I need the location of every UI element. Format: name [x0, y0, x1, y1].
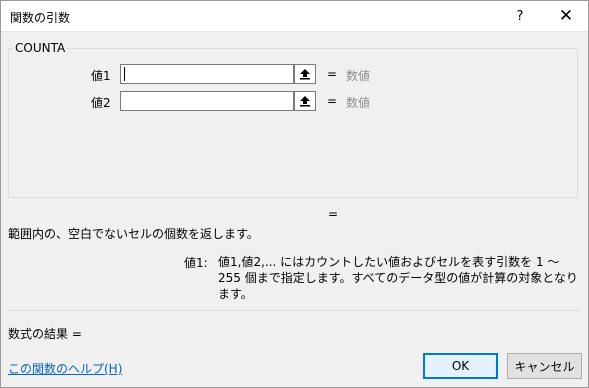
- arg2-ref-button[interactable]: [294, 91, 316, 111]
- arg-help-text: 値1,値2,... にはカウントしたい値およびセルを表す引数を 1 ～ 255 …: [218, 255, 578, 301]
- function-arguments-dialog: 関数の引数 ? ✕ COUNTA 値1 = 数値 値2 = 数値 = 範囲内の、…: [0, 0, 589, 388]
- text-caret: [124, 67, 125, 81]
- arg1-result: 数値: [346, 69, 371, 83]
- close-button[interactable]: ✕: [546, 1, 586, 31]
- function-name: COUNTA: [15, 41, 66, 55]
- collapse-dialog-icon: [300, 96, 310, 107]
- function-description: 範囲内の、空白でないセルの個数を返します。: [8, 227, 259, 241]
- arg1-ref-button[interactable]: [294, 64, 316, 84]
- arg1-label: 値1: [91, 69, 111, 83]
- function-result-equals: =: [328, 207, 339, 221]
- arg2-equals: =: [327, 94, 338, 108]
- collapse-dialog-icon: [300, 69, 310, 80]
- cancel-button[interactable]: キャンセル: [507, 353, 582, 379]
- title-bar: 関数の引数 ? ✕: [1, 1, 588, 32]
- arg2-input[interactable]: [120, 91, 294, 111]
- help-button[interactable]: ?: [500, 1, 540, 31]
- dialog-title: 関数の引数: [10, 11, 71, 25]
- ok-button[interactable]: OK: [423, 353, 498, 379]
- function-help-link[interactable]: この関数のヘルプ(H): [8, 360, 122, 377]
- arg2-label: 値2: [91, 96, 111, 110]
- formula-result: 数式の結果 =: [8, 327, 82, 341]
- arg-help-label: 値1:: [184, 256, 208, 270]
- arg1-equals: =: [327, 67, 338, 81]
- arg2-result: 数値: [346, 96, 371, 110]
- arg1-input[interactable]: [120, 64, 294, 84]
- divider: [8, 310, 580, 311]
